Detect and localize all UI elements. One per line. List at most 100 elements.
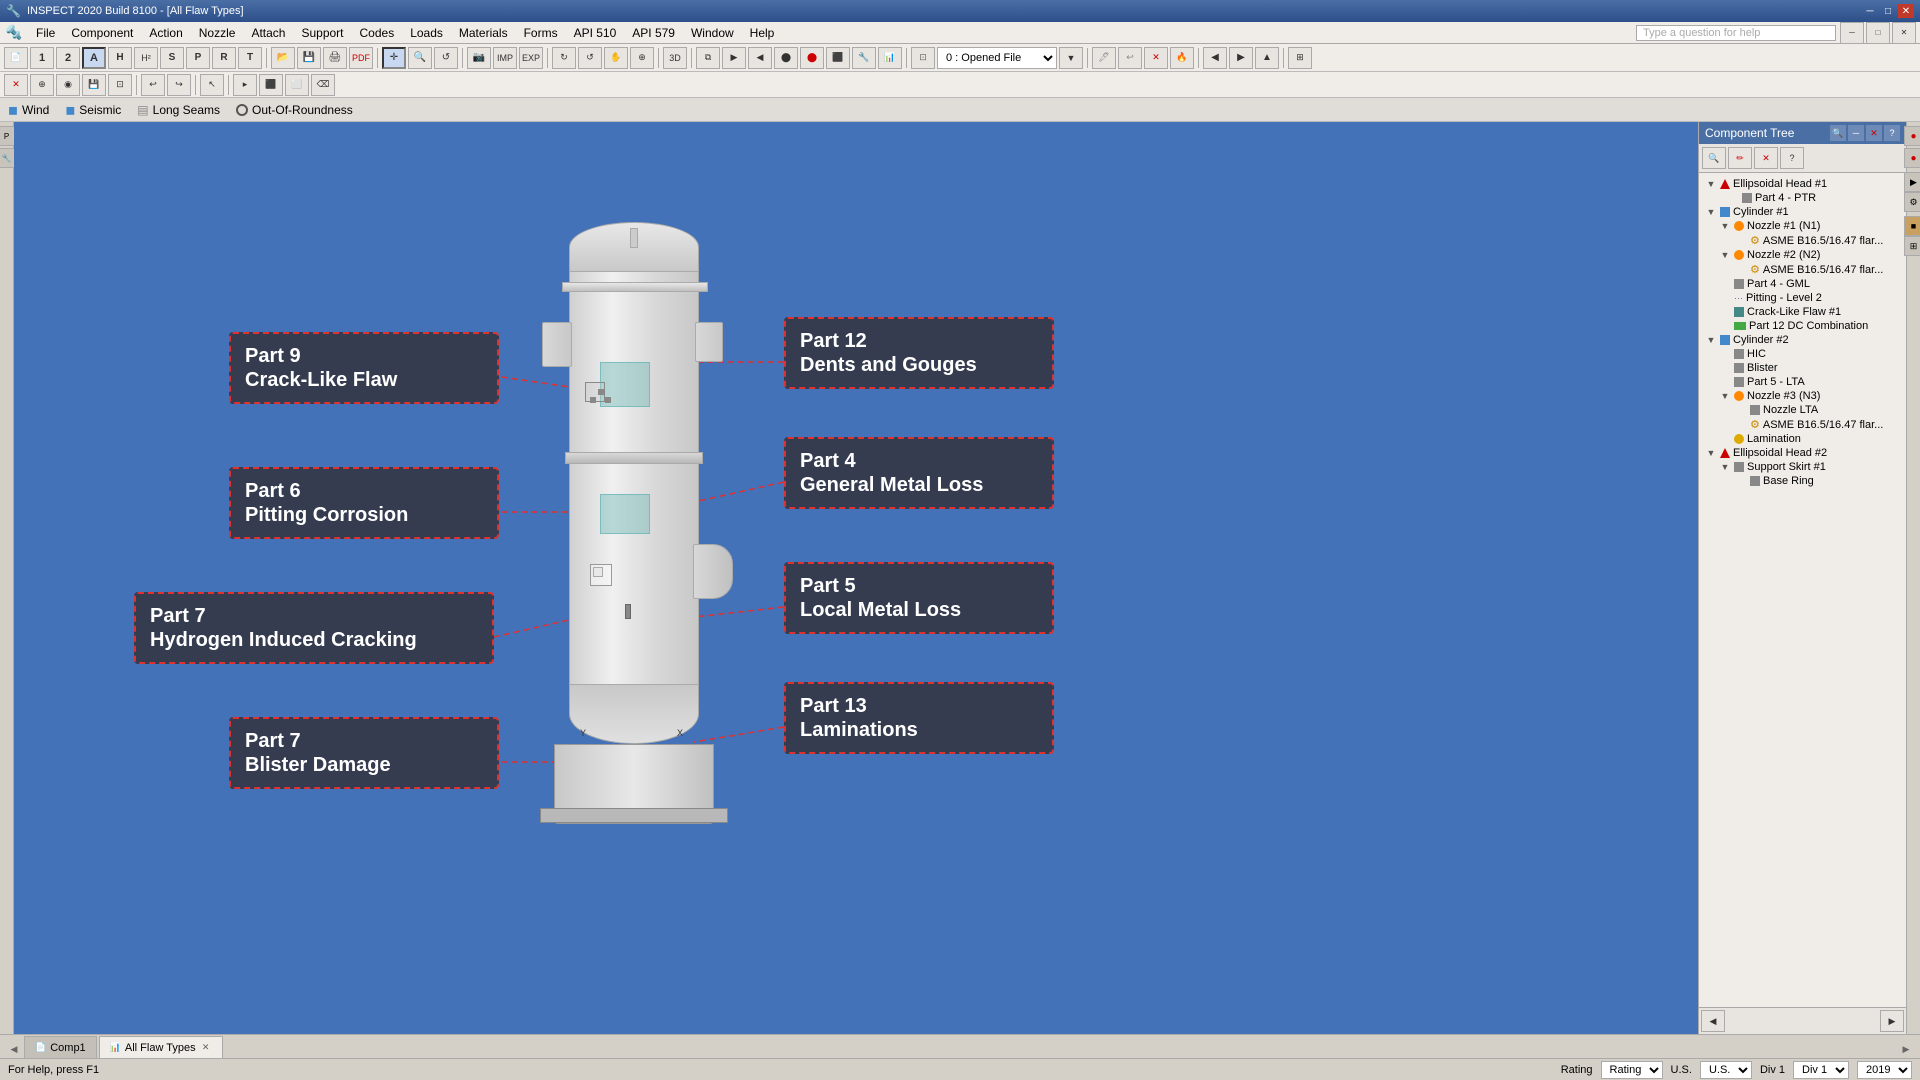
tb2-3[interactable]: ⊡ <box>108 74 132 96</box>
nav-long-seams[interactable]: ▤ Long Seams <box>137 103 220 117</box>
tree-part4-ptr[interactable]: Part 4 - PTR <box>1703 191 1902 205</box>
misc9[interactable]: ⊡ <box>911 47 935 69</box>
menu-action[interactable]: Action <box>141 24 190 42</box>
tree-expand-icon[interactable]: ▼ <box>1719 461 1731 473</box>
tree-delete-btn[interactable]: ✕ <box>1754 147 1778 169</box>
zoom-btn[interactable]: ⊕ <box>630 47 654 69</box>
isometric-btn[interactable]: 3D <box>663 47 687 69</box>
tb2-1[interactable]: ⊕ <box>30 74 54 96</box>
right-edge-icon3[interactable]: ▶ <box>1904 172 1920 192</box>
print-button[interactable]: 🖨 <box>323 47 347 69</box>
misc1[interactable]: ⧉ <box>696 47 720 69</box>
misc7[interactable]: 🔧 <box>852 47 876 69</box>
tree-blister[interactable]: Blister <box>1703 361 1902 375</box>
help-search-box[interactable]: Type a question for help <box>1636 25 1836 41</box>
import-button[interactable]: IMP <box>493 47 517 69</box>
tree-edit-btn[interactable]: ✏ <box>1728 147 1752 169</box>
part4-flaw-box[interactable]: Part 4 General Metal Loss <box>784 437 1054 509</box>
menu-file[interactable]: File <box>28 24 63 42</box>
tree-scroll-left[interactable]: ◀ <box>1701 1010 1725 1032</box>
part12-flaw-box[interactable]: Part 12 Dents and Gouges <box>784 317 1054 389</box>
menu-materials[interactable]: Materials <box>451 24 516 42</box>
save-button[interactable]: 💾 <box>297 47 321 69</box>
tree-help-btn[interactable]: ? <box>1780 147 1804 169</box>
rotate-y[interactable]: ↺ <box>578 47 602 69</box>
edit2[interactable]: ↩ <box>1118 47 1142 69</box>
tb-btn-h2[interactable]: H² <box>134 47 158 69</box>
tb-btn-r[interactable]: R <box>212 47 236 69</box>
tree-help-icon[interactable]: ? <box>1884 125 1900 141</box>
open-button[interactable]: 📂 <box>271 47 295 69</box>
tb2-2[interactable]: ◉ <box>56 74 80 96</box>
tb-btn-h[interactable]: H <box>108 47 132 69</box>
tree-support-skirt[interactable]: ▼ Support Skirt #1 <box>1703 460 1902 474</box>
tree-part4-gml[interactable]: Part 4 - GML <box>1703 277 1902 291</box>
edit1[interactable]: 🖊 <box>1092 47 1116 69</box>
menu-support[interactable]: Support <box>293 24 351 42</box>
undo-button[interactable]: ↩ <box>141 74 165 96</box>
year-dropdown[interactable]: 2019 <box>1857 1061 1912 1079</box>
tb-btn-t[interactable]: T <box>238 47 262 69</box>
menu-nozzle[interactable]: Nozzle <box>191 24 244 42</box>
close-button[interactable]: ✕ <box>1898 4 1914 18</box>
menu-api579[interactable]: API 579 <box>624 24 683 42</box>
menu-help[interactable]: Help <box>742 24 783 42</box>
tb2-4[interactable]: ▸ <box>233 74 257 96</box>
tree-expand-icon[interactable]: ▼ <box>1719 220 1731 232</box>
right-edge-icon2[interactable]: ● <box>1904 148 1920 168</box>
misc3[interactable]: ◀ <box>748 47 772 69</box>
tree-expand-icon[interactable]: ▼ <box>1705 447 1717 459</box>
nav-back[interactable]: ◀ <box>1203 47 1227 69</box>
tb2-save[interactable]: 💾 <box>82 74 106 96</box>
tree-expand-icon[interactable]: ▼ <box>1705 206 1717 218</box>
pan-btn[interactable]: ✋ <box>604 47 628 69</box>
tree-close-icon[interactable]: ✕ <box>1866 125 1882 141</box>
misc5[interactable]: ⬤ <box>800 47 824 69</box>
tree-pitting[interactable]: ⋯ Pitting - Level 2 <box>1703 291 1902 305</box>
tree-nozzle-lta[interactable]: Nozzle LTA <box>1703 403 1902 417</box>
tree-nozzle3[interactable]: ▼ Nozzle #3 (N3) <box>1703 389 1902 403</box>
search-button[interactable]: 🔍 <box>408 47 432 69</box>
tree-expand-icon[interactable]: ▼ <box>1705 334 1717 346</box>
menu-codes[interactable]: Codes <box>352 24 403 42</box>
canvas-area[interactable]: Y X Part 9 Crack-Like Flaw Part 6 Pittin… <box>14 122 1698 1034</box>
edit4[interactable]: 🔥 <box>1170 47 1194 69</box>
div-dropdown[interactable]: Div 1 <box>1793 1061 1849 1079</box>
grid-btn[interactable]: ⊞ <box>1288 47 1312 69</box>
tree-ellipsoidal-head-1[interactable]: ▼ Ellipsoidal Head #1 <box>1703 177 1902 191</box>
tree-ellipsoidal-head-2[interactable]: ▼ Ellipsoidal Head #2 <box>1703 446 1902 460</box>
tree-scroll-right[interactable]: ▶ <box>1880 1010 1904 1032</box>
tree-collapse-icon[interactable]: ─ <box>1848 125 1864 141</box>
misc2[interactable]: ▶ <box>722 47 746 69</box>
tree-cylinder-2[interactable]: ▼ Cylinder #2 <box>1703 333 1902 347</box>
tree-expand-icon[interactable]: ▼ <box>1705 178 1717 190</box>
tb2-7[interactable]: ⌫ <box>311 74 335 96</box>
select-btn[interactable]: ↖ <box>200 74 224 96</box>
tree-nozzle2[interactable]: ▼ Nozzle #2 (N2) <box>1703 248 1902 262</box>
file-dropdown[interactable]: 0 : Opened File <box>937 47 1057 69</box>
right-edge-icon1[interactable]: ● <box>1904 126 1920 146</box>
refresh-button[interactable]: ↺ <box>434 47 458 69</box>
new-button[interactable]: 📄 <box>4 47 28 69</box>
part5-flaw-box[interactable]: Part 5 Local Metal Loss <box>784 562 1054 634</box>
menu-attach[interactable]: Attach <box>243 24 293 42</box>
part7hic-flaw-box[interactable]: Part 7 Hydrogen Induced Cracking <box>134 592 494 664</box>
tb-btn-1[interactable]: 1 <box>30 47 54 69</box>
rating-dropdown[interactable]: Rating <box>1601 1061 1663 1079</box>
tree-crack-flaw[interactable]: Crack-Like Flaw #1 <box>1703 305 1902 319</box>
tb-btn-s[interactable]: S <box>160 47 184 69</box>
tree-part12-dc[interactable]: Part 12 DC Combination <box>1703 319 1902 333</box>
tree-search-btn[interactable]: 🔍 <box>1702 147 1726 169</box>
window-controls[interactable]: ─ □ ✕ <box>1862 4 1914 18</box>
flaw-tab-close[interactable]: ✕ <box>200 1042 212 1054</box>
tree-asme2[interactable]: ⚙ ASME B16.5/16.47 flar... <box>1703 262 1902 277</box>
tree-expand-icon[interactable]: ▼ <box>1719 249 1731 261</box>
minimize-button[interactable]: ─ <box>1862 4 1878 18</box>
rotate-x[interactable]: ↻ <box>552 47 576 69</box>
tb-btn-a[interactable]: A <box>82 47 106 69</box>
menu-loads[interactable]: Loads <box>402 24 451 42</box>
tree-nozzle1[interactable]: ▼ Nozzle #1 (N1) <box>1703 219 1902 233</box>
cursor-button[interactable]: ✛ <box>382 47 406 69</box>
misc6[interactable]: ⬛ <box>826 47 850 69</box>
nav-wind[interactable]: ◼ Wind <box>8 103 49 117</box>
